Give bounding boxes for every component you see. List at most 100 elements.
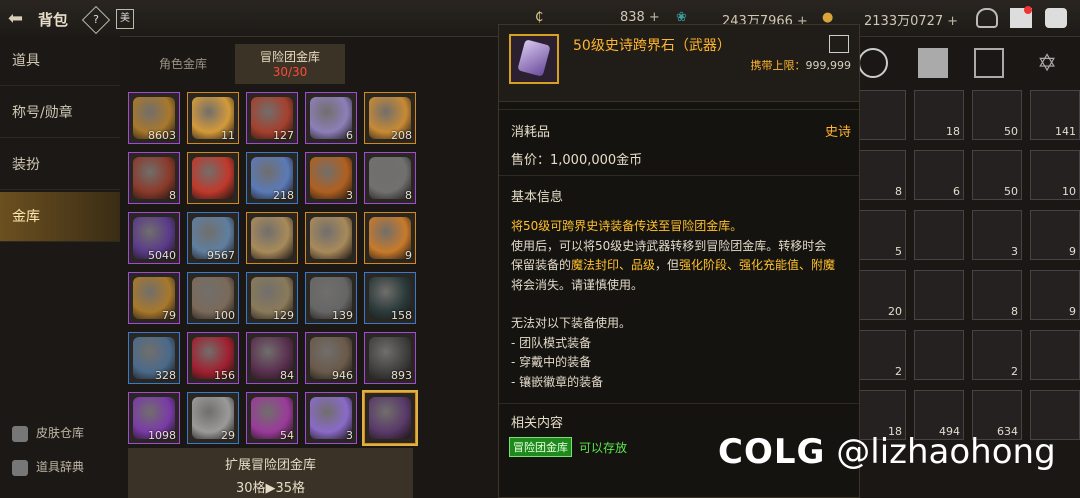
vault-item-slot[interactable]: 79	[128, 272, 180, 324]
inventory-item-slot[interactable]: 141	[1030, 90, 1080, 140]
dice-tab-icon[interactable]	[918, 48, 948, 78]
inventory-item-slot[interactable]	[856, 90, 906, 140]
item-dictionary-button[interactable]: 道具辞典	[12, 458, 84, 476]
gold-currency-icon: ₵	[535, 10, 544, 25]
inventory-item-slot[interactable]: 2	[856, 330, 906, 380]
vault-item-slot[interactable]: 156	[187, 332, 239, 384]
vault-item-slot[interactable]: 946	[305, 332, 357, 384]
item-quantity: 3	[346, 429, 353, 442]
currency-3: 2133万0727 +	[864, 14, 959, 29]
vault-item-slot[interactable]: 328	[128, 332, 180, 384]
inventory-item-slot[interactable]: 10	[1030, 150, 1080, 200]
treasure-pot-icon[interactable]	[976, 8, 998, 28]
vault-item-slot[interactable]	[364, 392, 416, 444]
item-icon	[251, 217, 293, 259]
sidebar-item-titles[interactable]: 称号/勋章	[0, 88, 120, 138]
item-quantity: 158	[391, 309, 412, 322]
vault-item-slot[interactable]: 3	[305, 152, 357, 204]
vault-item-slot[interactable]	[246, 212, 298, 264]
inventory-item-slot[interactable]: 20	[856, 270, 906, 320]
inventory-grid: ✡ 18 50 141 8 6 50 10 5 3 9 20 8 9 2 2 18 494 634	[856, 44, 1080, 498]
inventory-item-slot[interactable]	[914, 270, 964, 320]
item-quantity: 9567	[207, 249, 235, 262]
help-icon[interactable]: ?	[81, 5, 111, 35]
vault-item-slot[interactable]: 100	[187, 272, 239, 324]
vault-item-slot[interactable]: 8603	[128, 92, 180, 144]
vault-item-slot[interactable]: 127	[246, 92, 298, 144]
add-currency-1-button[interactable]: +	[649, 10, 660, 25]
vault-item-slot[interactable]: 54	[246, 392, 298, 444]
sidebar-item-avatar[interactable]: 装扮	[0, 140, 120, 190]
vault-item-slot[interactable]	[305, 212, 357, 264]
related-status: 可以存放	[579, 441, 628, 455]
item-quantity: 208	[391, 129, 412, 142]
inventory-item-slot[interactable]: 8	[972, 270, 1022, 320]
item-description: 将50级可跨界史诗装备传送至冒险团金库。 使用后，可以将50级史诗武器转移到冒险…	[511, 219, 836, 389]
vault-item-slot[interactable]: 158	[364, 272, 416, 324]
inventory-item-quantity: 141	[1055, 125, 1076, 138]
vault-item-slot[interactable]: 9567	[187, 212, 239, 264]
vault-item-slot[interactable]: 1098	[128, 392, 180, 444]
inventory-item-slot[interactable]: 2	[972, 330, 1022, 380]
vault-item-slot[interactable]: 218	[246, 152, 298, 204]
vault-item-slot[interactable]: 139	[305, 272, 357, 324]
coin-currency-icon: ●	[822, 10, 834, 25]
inventory-item-quantity: 2	[895, 365, 902, 378]
vault-item-slot[interactable]: 129	[246, 272, 298, 324]
tab-adventure-vault[interactable]: 冒险团金库 30/30	[235, 44, 345, 84]
pentagram-tab-icon[interactable]: ✡	[1032, 48, 1062, 78]
sidebar-item-items[interactable]: 道具	[0, 36, 120, 86]
inventory-item-slot[interactable]: 50	[972, 150, 1022, 200]
inventory-item-slot[interactable]: 3	[972, 210, 1022, 260]
chat-icon[interactable]	[1045, 8, 1067, 28]
item-quantity: 79	[162, 309, 176, 322]
vault-item-slot[interactable]: 9	[364, 212, 416, 264]
vault-item-slot[interactable]: 11	[187, 92, 239, 144]
inventory-item-slot[interactable]: 50	[972, 90, 1022, 140]
card-tab-icon[interactable]	[974, 48, 1004, 78]
vault-item-slot[interactable]: 3	[305, 392, 357, 444]
vault-item-slot[interactable]: 6	[305, 92, 357, 144]
inventory-item-quantity: 50	[1004, 185, 1018, 198]
inventory-item-slot[interactable]: 9	[1030, 210, 1080, 260]
vault-item-slot[interactable]: 29	[187, 392, 239, 444]
sidebar-item-vault[interactable]: 金库	[0, 192, 120, 242]
inventory-item-slot[interactable]	[914, 210, 964, 260]
inventory-item-slot[interactable]: 5	[856, 210, 906, 260]
vault-item-slot[interactable]: 84	[246, 332, 298, 384]
dictionary-icon[interactable]: 美	[116, 9, 134, 29]
related-vault-tag[interactable]: 冒险团金库	[509, 437, 572, 457]
add-currency-3-button[interactable]: +	[947, 14, 958, 29]
item-rarity: 史诗	[824, 125, 851, 140]
inventory-item-quantity: 3	[1011, 245, 1018, 258]
vault-item-slot[interactable]: 8	[128, 152, 180, 204]
inventory-item-slot[interactable]	[1030, 330, 1080, 380]
item-name: 50级史诗跨界石（武器）	[573, 38, 731, 54]
share-icon[interactable]	[829, 35, 849, 53]
item-quantity: 946	[332, 369, 353, 382]
inventory-item-slot[interactable]: 9	[1030, 270, 1080, 320]
vault-item-slot[interactable]: 893	[364, 332, 416, 384]
tab-character-vault[interactable]: 角色金库	[128, 44, 238, 84]
vault-item-slot[interactable]: 5040	[128, 212, 180, 264]
item-tooltip: 50级史诗跨界石（武器） 携带上限：999,999 消耗品 史诗 售价：1,00…	[498, 24, 860, 498]
vault-item-slot[interactable]: 8	[364, 152, 416, 204]
item-icon	[192, 157, 234, 199]
inventory-item-quantity: 6	[953, 185, 960, 198]
inventory-item-slot[interactable]: 8	[856, 150, 906, 200]
vault-tabs: 角色金库 冒险团金库 30/30	[128, 44, 428, 84]
inventory-item-slot[interactable]: 6	[914, 150, 964, 200]
item-quantity: 6	[346, 129, 353, 142]
back-arrow-icon[interactable]: ⬅	[8, 8, 23, 29]
inventory-item-quantity: 50	[1004, 125, 1018, 138]
vault-item-slot[interactable]	[187, 152, 239, 204]
inventory-item-slot[interactable]: 18	[914, 90, 964, 140]
expand-vault-button[interactable]: 扩展冒险团金库 30格▶35格	[128, 448, 413, 498]
skin-storage-button[interactable]: 皮肤仓库	[12, 424, 84, 442]
carry-limit: 携带上限：999,999	[750, 59, 852, 72]
item-price: 售价：1,000,000金币	[511, 153, 643, 168]
inventory-item-slot[interactable]	[914, 330, 964, 380]
potion-tab-icon[interactable]	[858, 48, 888, 78]
vault-item-slot[interactable]: 208	[364, 92, 416, 144]
inventory-item-quantity: 9	[1069, 245, 1076, 258]
